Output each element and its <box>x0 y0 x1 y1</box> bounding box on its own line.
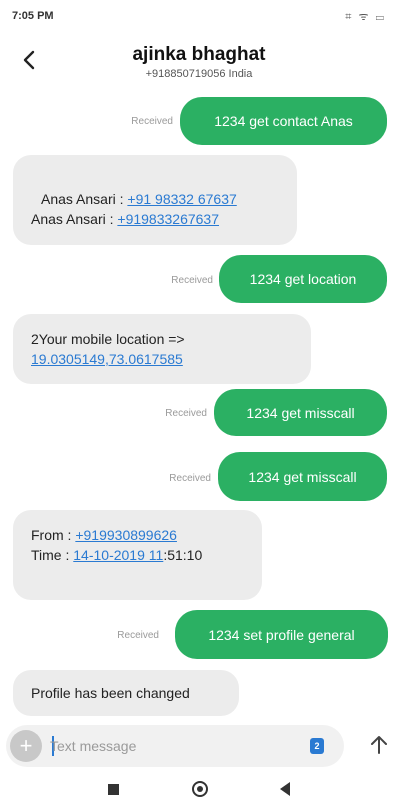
recent-apps-button[interactable] <box>108 784 119 795</box>
status-time: 7:05 PM <box>12 10 54 22</box>
outgoing-message[interactable]: 1234 get misscall <box>214 389 387 436</box>
message-text: From : <box>31 527 76 543</box>
nav-back-button[interactable] <box>280 782 290 796</box>
date-link[interactable]: 14-10-2019 11 <box>73 547 163 563</box>
contact-number: +918850719056 India <box>145 68 253 80</box>
conversation-header: ajinka bhaghat +918850719056 India <box>0 32 398 92</box>
outgoing-message[interactable]: 1234 get misscall <box>218 452 387 501</box>
system-nav-bar <box>0 776 398 802</box>
received-label: Received <box>117 630 159 641</box>
message-text: Anas Ansari : <box>31 211 118 227</box>
contact-name[interactable]: ajinka bhaghat <box>0 44 398 66</box>
message-input[interactable] <box>50 734 290 758</box>
phone-link[interactable]: +919930899626 <box>75 527 177 543</box>
status-icons: ⌗ ᯤ ▭ <box>345 11 386 23</box>
incoming-message[interactable]: Profile has been changed <box>13 670 239 716</box>
received-label: Received <box>165 408 207 419</box>
outgoing-message[interactable]: 1234 set profile general <box>175 610 388 659</box>
received-label: Received <box>169 473 211 484</box>
arrow-up-icon <box>371 736 387 754</box>
outgoing-message[interactable]: 1234 get location <box>219 255 387 303</box>
outgoing-message[interactable]: 1234 get contact Anas <box>180 97 387 145</box>
incoming-message[interactable]: 2Your mobile location => 19.0305149,73.0… <box>13 314 311 384</box>
received-label: Received <box>171 275 213 286</box>
sim-card-icon[interactable]: 2 <box>310 738 324 754</box>
home-button[interactable] <box>192 781 208 797</box>
phone-link[interactable]: +91 98332 67637 <box>127 191 236 207</box>
incoming-message[interactable]: From : +919930899626 Time : 14-10-2019 1… <box>13 510 262 600</box>
message-text: Time : <box>31 547 74 563</box>
message-composer: + 2 <box>6 725 344 767</box>
status-bar: 7:05 PM ⌗ ᯤ ▭ <box>0 0 398 32</box>
send-button[interactable] <box>364 730 394 760</box>
message-text: Anas Ansari : <box>41 191 128 207</box>
add-attachment-button[interactable]: + <box>10 730 42 762</box>
location-link[interactable]: 19.0305149,73.0617585 <box>31 351 183 367</box>
message-text: 2Your mobile location => <box>31 331 185 347</box>
plus-icon: + <box>19 733 33 758</box>
incoming-message[interactable]: Anas Ansari : +91 98332 67637 Anas Ansar… <box>13 155 297 245</box>
received-label: Received <box>131 116 173 127</box>
message-text: :51:10 <box>163 547 203 563</box>
phone-link[interactable]: +919833267637 <box>117 211 219 227</box>
